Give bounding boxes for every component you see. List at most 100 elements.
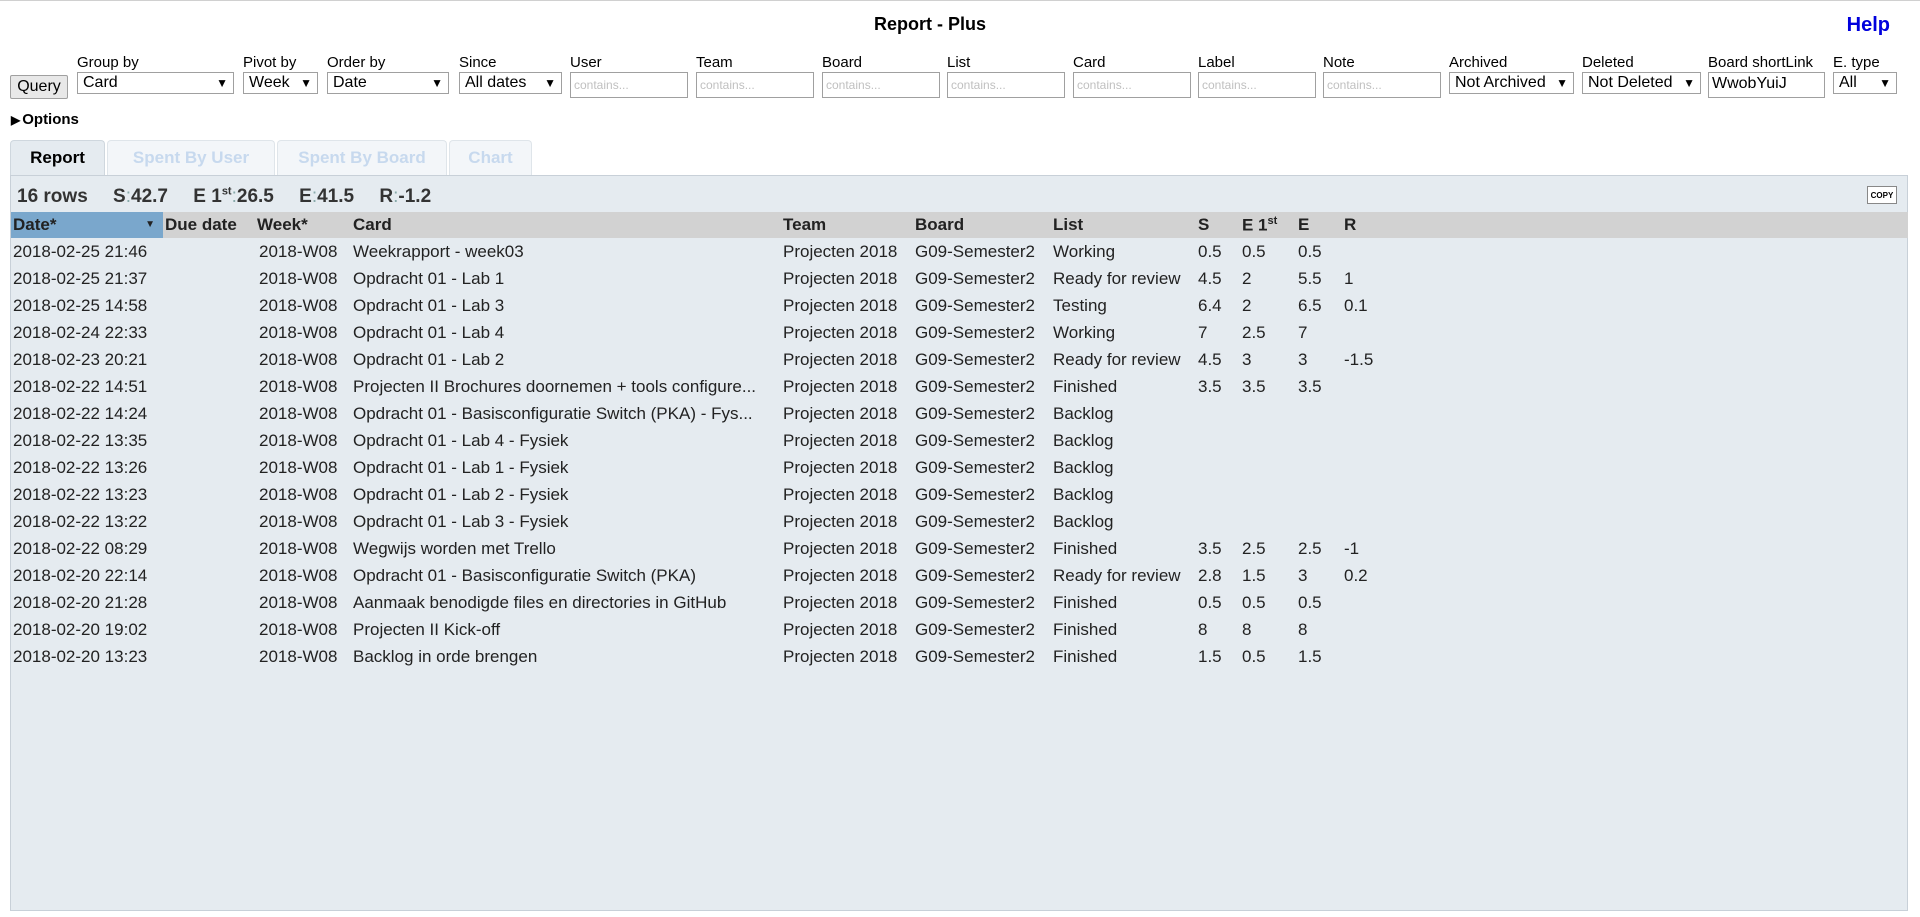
- team-link[interactable]: Projecten 2018: [781, 427, 913, 454]
- e-type-select[interactable]: All ▼: [1833, 72, 1897, 94]
- options-toggle[interactable]: ▶ Options: [11, 111, 79, 128]
- user-input[interactable]: contains...: [570, 72, 688, 98]
- tab-report[interactable]: Report: [10, 140, 105, 176]
- board-link[interactable]: G09-Semester2: [913, 616, 1051, 643]
- team-link[interactable]: Projecten 2018: [781, 562, 913, 589]
- card-link[interactable]: Opdracht 01 - Lab 2 - Fysiek: [351, 481, 781, 508]
- team-link[interactable]: Projecten 2018: [781, 319, 913, 346]
- card-link[interactable]: Opdracht 01 - Lab 4 - Fysiek: [351, 427, 781, 454]
- chevron-down-icon: ▼: [216, 76, 228, 90]
- board-link[interactable]: G09-Semester2: [913, 427, 1051, 454]
- team-label: Team: [696, 54, 733, 71]
- card-link[interactable]: Opdracht 01 - Lab 1: [351, 265, 781, 292]
- board-link[interactable]: G09-Semester2: [913, 400, 1051, 427]
- team-link[interactable]: Projecten 2018: [781, 454, 913, 481]
- board-link[interactable]: G09-Semester2: [913, 508, 1051, 535]
- list-label: List: [947, 54, 971, 71]
- team-link[interactable]: Projecten 2018: [781, 616, 913, 643]
- group-by-select[interactable]: Card ▼: [77, 72, 234, 94]
- team-link[interactable]: Projecten 2018: [781, 589, 913, 616]
- team-link[interactable]: Projecten 2018: [781, 535, 913, 562]
- board-link[interactable]: G09-Semester2: [913, 238, 1051, 265]
- card-link[interactable]: Opdracht 01 - Basisconfiguratie Switch (…: [351, 400, 781, 427]
- cell-e: 5.5: [1298, 268, 1322, 288]
- column-header-team[interactable]: Team: [781, 212, 913, 238]
- cell-e1: 0.5: [1242, 592, 1266, 612]
- help-link[interactable]: Help: [1847, 14, 1890, 37]
- archived-select[interactable]: Not Archived ▼: [1449, 72, 1574, 94]
- card-link[interactable]: Projecten II Kick-off: [351, 616, 781, 643]
- board-link[interactable]: G09-Semester2: [913, 643, 1051, 670]
- board-input[interactable]: contains...: [822, 72, 940, 98]
- copy-icon[interactable]: COPY: [1867, 186, 1897, 204]
- note-input[interactable]: contains...: [1323, 72, 1441, 98]
- cell-s: 0.5: [1198, 592, 1222, 612]
- cell-date: 2018-02-20 19:02: [13, 619, 148, 639]
- order-by-select[interactable]: Date ▼: [327, 72, 449, 94]
- card-link[interactable]: Weekrapport - week03: [351, 238, 781, 265]
- since-select[interactable]: All dates ▼: [459, 72, 562, 94]
- pivot-by-select[interactable]: Week ▼: [243, 72, 318, 94]
- team-link[interactable]: Projecten 2018: [781, 265, 913, 292]
- team-link[interactable]: Projecten 2018: [781, 238, 913, 265]
- label-input[interactable]: contains...: [1198, 72, 1316, 98]
- group-by-filter: Group by Card ▼: [77, 55, 237, 94]
- column-header-due-date[interactable]: Due date: [163, 212, 255, 238]
- board-link[interactable]: G09-Semester2: [913, 265, 1051, 292]
- cell-list: Working: [1053, 241, 1116, 261]
- board-link[interactable]: G09-Semester2: [913, 454, 1051, 481]
- card-input[interactable]: contains...: [1073, 72, 1191, 98]
- board-link[interactable]: G09-Semester2: [913, 373, 1051, 400]
- board-link[interactable]: G09-Semester2: [913, 346, 1051, 373]
- board-link[interactable]: G09-Semester2: [913, 481, 1051, 508]
- column-header-date[interactable]: Date* ▼: [11, 212, 163, 238]
- team-link[interactable]: Projecten 2018: [781, 346, 913, 373]
- card-link[interactable]: Opdracht 01 - Basisconfiguratie Switch (…: [351, 562, 781, 589]
- card-link[interactable]: Aanmaak benodigde files en directories i…: [351, 589, 781, 616]
- board-link[interactable]: G09-Semester2: [913, 319, 1051, 346]
- column-header-list[interactable]: List: [1051, 212, 1196, 238]
- team-link[interactable]: Projecten 2018: [781, 292, 913, 319]
- card-link[interactable]: Opdracht 01 - Lab 2: [351, 346, 781, 373]
- options-label: Options: [22, 111, 79, 128]
- cell-r: [1342, 319, 1908, 346]
- group-by-label: Group by: [77, 54, 139, 71]
- deleted-select[interactable]: Not Deleted ▼: [1582, 72, 1701, 94]
- card-link[interactable]: Opdracht 01 - Lab 1 - Fysiek: [351, 454, 781, 481]
- team-link[interactable]: Projecten 2018: [781, 481, 913, 508]
- column-header-week[interactable]: Week*: [255, 212, 351, 238]
- cell-due-date: [163, 481, 255, 508]
- since-label: Since: [459, 54, 497, 71]
- card-link[interactable]: Opdracht 01 - Lab 4: [351, 319, 781, 346]
- board-shortlink-input[interactable]: WwobYuiJ: [1708, 72, 1825, 98]
- cell-date: 2018-02-20 22:14: [13, 565, 148, 585]
- team-input[interactable]: contains...: [696, 72, 814, 98]
- board-link[interactable]: G09-Semester2: [913, 292, 1051, 319]
- list-input[interactable]: contains...: [947, 72, 1065, 98]
- cell-list: Working: [1053, 322, 1116, 342]
- card-link[interactable]: Projecten II Brochures doornemen + tools…: [351, 373, 781, 400]
- column-header-s[interactable]: S: [1196, 212, 1240, 238]
- team-link[interactable]: Projecten 2018: [781, 643, 913, 670]
- board-link[interactable]: G09-Semester2: [913, 535, 1051, 562]
- column-header-card[interactable]: Card: [351, 212, 781, 238]
- team-link[interactable]: Projecten 2018: [781, 373, 913, 400]
- column-header-e[interactable]: E: [1296, 212, 1342, 238]
- card-link[interactable]: Backlog in orde brengen: [351, 643, 781, 670]
- tab-spent-by-board[interactable]: Spent By Board: [277, 140, 447, 176]
- column-header-e1[interactable]: E 1st: [1240, 212, 1296, 238]
- card-link[interactable]: Opdracht 01 - Lab 3: [351, 292, 781, 319]
- note-filter: Note contains...: [1323, 55, 1443, 98]
- since-filter: Since All dates ▼: [459, 55, 564, 94]
- board-link[interactable]: G09-Semester2: [913, 562, 1051, 589]
- cell-s: 3.5: [1198, 538, 1222, 558]
- card-link[interactable]: Wegwijs worden met Trello: [351, 535, 781, 562]
- team-link[interactable]: Projecten 2018: [781, 400, 913, 427]
- column-header-board[interactable]: Board: [913, 212, 1051, 238]
- team-link[interactable]: Projecten 2018: [781, 508, 913, 535]
- card-link[interactable]: Opdracht 01 - Lab 3 - Fysiek: [351, 508, 781, 535]
- board-link[interactable]: G09-Semester2: [913, 589, 1051, 616]
- column-header-r[interactable]: R: [1342, 212, 1908, 238]
- tab-spent-by-user[interactable]: Spent By User: [107, 140, 275, 176]
- tab-chart[interactable]: Chart: [449, 140, 532, 176]
